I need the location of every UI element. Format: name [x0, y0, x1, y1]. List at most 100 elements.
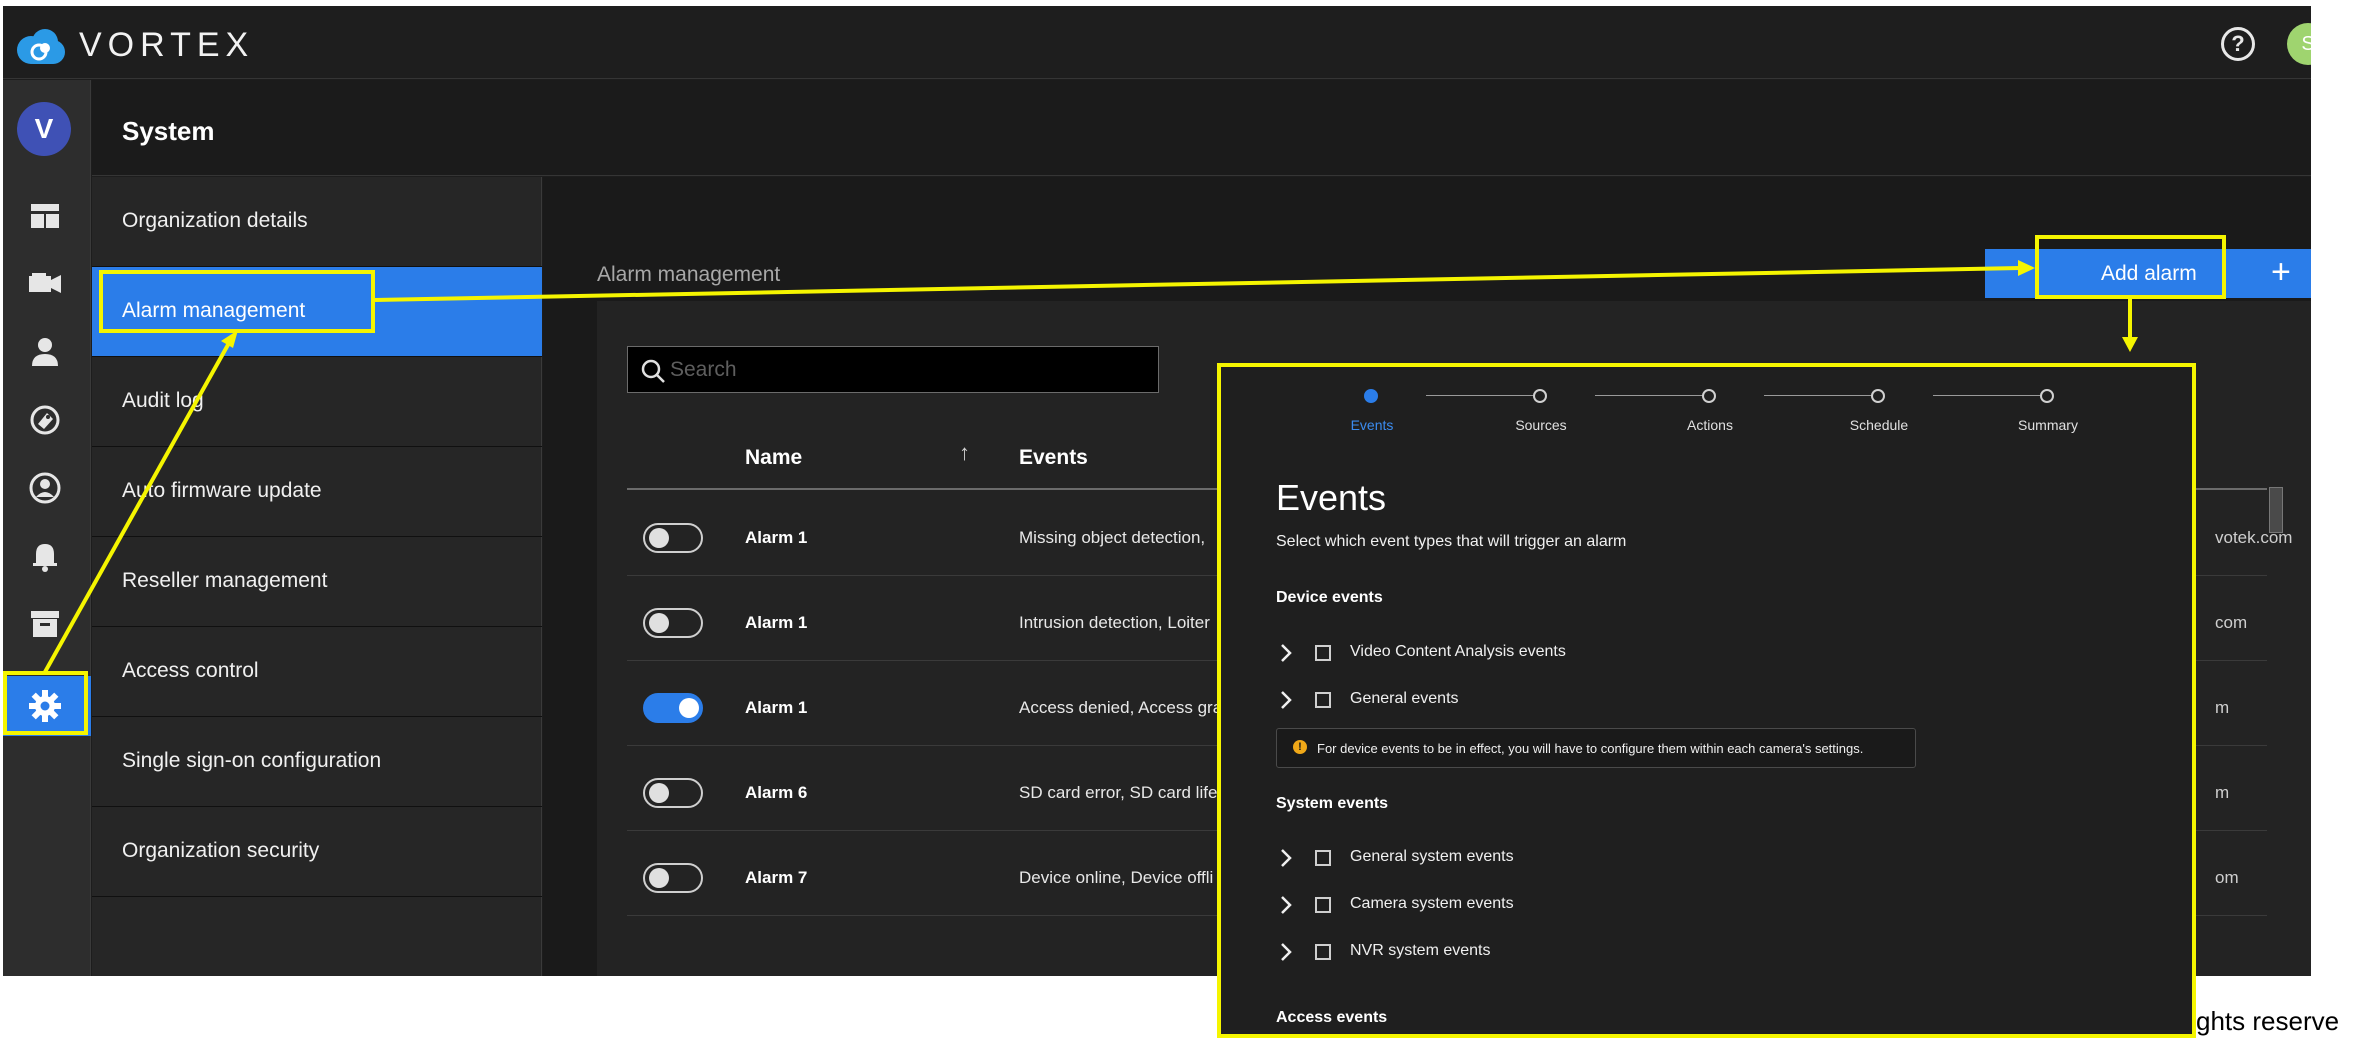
- help-icon[interactable]: ?: [2221, 27, 2255, 61]
- chevron-right-icon[interactable]: [1276, 941, 1296, 963]
- step-label: Summary: [2018, 417, 2078, 433]
- menu-item-single-sign-on[interactable]: Single sign-on configuration: [92, 717, 542, 807]
- add-alarm-wizard: Events Sources Actions Schedule Summary …: [1217, 363, 2196, 1038]
- alarm-created-by: com: [2215, 613, 2248, 632]
- screenshot-stage: VORTEX ? S V System Organization details…: [0, 0, 2359, 1038]
- alarm-enabled-toggle[interactable]: [643, 778, 703, 808]
- search-box[interactable]: [627, 346, 1159, 393]
- annotation-highlight-alarm-management: [99, 270, 375, 333]
- event-group-row[interactable]: General system events: [1276, 845, 1976, 875]
- event-checkbox[interactable]: [1315, 897, 1331, 913]
- section-label: Alarm management: [597, 263, 781, 286]
- vortex-cloud-logo-icon: [17, 29, 65, 64]
- menu-item-reseller-management[interactable]: Reseller management: [92, 537, 542, 627]
- annotation-highlight-gear: [3, 671, 88, 735]
- user-icon[interactable]: [27, 334, 63, 370]
- menu-item-organization-details[interactable]: Organization details: [92, 177, 542, 267]
- event-group-label: Video Content Analysis events: [1350, 643, 1566, 660]
- chevron-right-icon[interactable]: [1276, 642, 1296, 664]
- step-label: Sources: [1515, 417, 1567, 433]
- alarm-events: Intrusion detection, Loiter: [1019, 613, 1210, 632]
- menu-item-organization-security[interactable]: Organization security: [92, 807, 542, 897]
- archive-icon[interactable]: [27, 606, 63, 642]
- alarm-events: SD card error, SD card life: [1019, 783, 1218, 802]
- event-group-label: General events: [1350, 690, 1459, 707]
- page-title: System: [122, 116, 215, 146]
- event-group-label: Camera system events: [1350, 895, 1514, 912]
- alarm-name: Alarm 1: [745, 698, 808, 717]
- plus-icon: +: [2271, 253, 2291, 291]
- step-actions[interactable]: Actions: [1640, 385, 1780, 445]
- menu-item-label: Auto firmware update: [122, 479, 322, 502]
- alarm-created-by: m: [2215, 783, 2230, 802]
- annotation-highlight-add-alarm: [2035, 235, 2226, 299]
- system-events-heading: System events: [1276, 795, 1389, 812]
- alarm-name: Alarm 1: [745, 613, 808, 632]
- left-nav-rail: V: [3, 80, 91, 976]
- event-checkbox[interactable]: [1315, 645, 1331, 661]
- chevron-right-icon[interactable]: [1276, 689, 1296, 711]
- event-checkbox[interactable]: [1315, 692, 1331, 708]
- event-group-row[interactable]: General events: [1276, 687, 1976, 717]
- menu-item-label: Access control: [122, 659, 259, 682]
- event-group-row[interactable]: NVR system events: [1276, 939, 1976, 969]
- device-events-note: ! For device events to be in effect, you…: [1276, 728, 1916, 768]
- menu-item-access-control[interactable]: Access control: [92, 627, 542, 717]
- alarm-events: Device online, Device offli: [1019, 868, 1214, 887]
- menu-item-label: Organization security: [122, 839, 320, 862]
- column-header-name[interactable]: Name: [745, 446, 802, 470]
- toggle-knob: [649, 613, 669, 633]
- user-avatar[interactable]: S: [2287, 23, 2311, 65]
- camera-icon[interactable]: [27, 266, 63, 302]
- menu-item-audit-log[interactable]: Audit log: [92, 357, 542, 447]
- menu-item-label: Reseller management: [122, 569, 328, 592]
- chevron-right-icon[interactable]: [1276, 894, 1296, 916]
- step-schedule[interactable]: Schedule: [1809, 385, 1949, 445]
- alarm-name: Alarm 1: [745, 528, 808, 547]
- event-checkbox[interactable]: [1315, 850, 1331, 866]
- event-checkbox[interactable]: [1315, 944, 1331, 960]
- step-dot: [2040, 389, 2054, 403]
- dashboard-icon[interactable]: [27, 198, 63, 234]
- alarm-events: Access denied, Access gra: [1019, 698, 1223, 717]
- alarm-created-by: m: [2215, 698, 2230, 717]
- device-events-heading: Device events: [1276, 589, 1383, 606]
- alarm-enabled-toggle[interactable]: [643, 608, 703, 638]
- access-events-heading: Access events: [1276, 1009, 1388, 1026]
- event-group-label: General system events: [1350, 848, 1514, 865]
- alarm-enabled-toggle[interactable]: [643, 523, 703, 553]
- step-label: Actions: [1687, 417, 1733, 433]
- step-dot: [1364, 389, 1378, 403]
- page-header: System: [92, 80, 2311, 176]
- alarm-enabled-toggle[interactable]: [643, 863, 703, 893]
- menu-item-label: Audit log: [122, 389, 204, 412]
- alarm-created-by: votek.com: [2215, 528, 2293, 547]
- search-input[interactable]: [670, 353, 1150, 387]
- chevron-right-icon[interactable]: [1276, 847, 1296, 869]
- wizard-title: Events: [1276, 477, 1387, 518]
- copyright-fragment: ghts reserve: [2196, 1006, 2340, 1036]
- user-circle-icon[interactable]: [27, 470, 63, 506]
- wizard-description: Select which event types that will trigg…: [1276, 533, 1627, 550]
- sort-ascending-icon[interactable]: ↑: [959, 440, 970, 466]
- alarm-created-by: om: [2215, 868, 2239, 887]
- event-group-row[interactable]: Camera system events: [1276, 892, 1976, 922]
- bell-icon[interactable]: [27, 538, 63, 574]
- alarm-name: Alarm 6: [745, 783, 808, 802]
- top-bar: VORTEX ? S: [3, 6, 2311, 79]
- step-summary[interactable]: Summary: [1978, 385, 2118, 445]
- org-avatar[interactable]: V: [17, 102, 71, 156]
- step-events[interactable]: Events: [1302, 385, 1442, 445]
- event-group-row[interactable]: Video Content Analysis events: [1276, 640, 1976, 670]
- menu-item-auto-firmware-update[interactable]: Auto firmware update: [92, 447, 542, 537]
- step-dot: [1702, 389, 1716, 403]
- step-dot: [1871, 389, 1885, 403]
- column-header-events[interactable]: Events: [1019, 446, 1088, 470]
- brand-name: VORTEX: [79, 26, 255, 64]
- tags-icon[interactable]: [27, 402, 63, 438]
- table-scrollbar[interactable]: [2269, 487, 2283, 533]
- alarm-enabled-toggle[interactable]: [643, 693, 703, 723]
- info-icon: !: [1293, 740, 1307, 754]
- note-text: For device events to be in effect, you w…: [1317, 741, 1864, 756]
- step-sources[interactable]: Sources: [1471, 385, 1611, 445]
